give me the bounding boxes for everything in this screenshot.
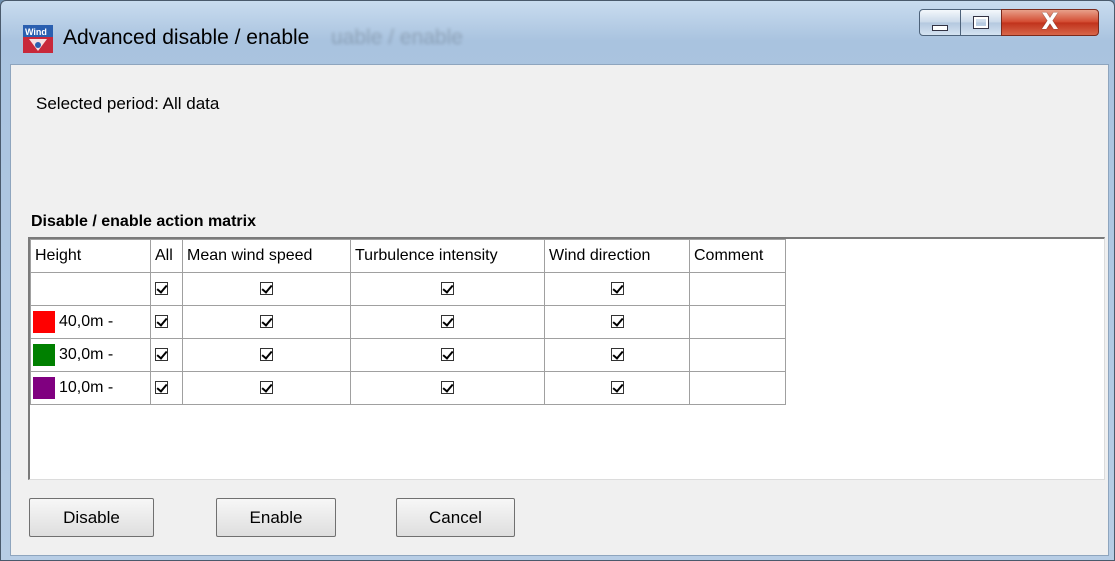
cancel-button[interactable]: Cancel <box>396 498 515 537</box>
wind-direction-cell <box>544 272 690 306</box>
mean-wind-speed-cell <box>182 371 351 405</box>
dialog-window: Wind Advanced disable / enable uable / e… <box>0 0 1115 561</box>
all-checkbox[interactable] <box>155 315 168 329</box>
wind-direction-cell <box>544 338 690 372</box>
color-swatch <box>33 344 55 366</box>
all-checkbox[interactable] <box>155 348 168 362</box>
disable-button[interactable]: Disable <box>29 498 154 537</box>
all-checkbox[interactable] <box>155 282 168 296</box>
table-row: 40,0m - <box>30 305 786 339</box>
all-cell <box>150 371 183 405</box>
mean-wind-speed-cell <box>182 338 351 372</box>
wind-direction-checkbox[interactable] <box>610 315 624 329</box>
column-header-comment[interactable]: Comment <box>689 239 786 273</box>
column-header-all[interactable]: All <box>150 239 183 273</box>
close-icon: X <box>1041 10 1059 35</box>
maximize-button[interactable] <box>960 9 1002 36</box>
height-cell <box>30 272 151 306</box>
all-cell <box>150 305 183 339</box>
maximize-icon <box>973 16 989 29</box>
turbulence-intensity-cell <box>350 338 545 372</box>
comment-cell[interactable] <box>689 338 786 372</box>
turbulence-intensity-checkbox[interactable] <box>441 315 454 329</box>
mean-wind-speed-checkbox[interactable] <box>260 315 273 329</box>
height-cell: 30,0m - <box>30 338 151 372</box>
dialog-body: Selected period: All data Disable / enab… <box>10 64 1109 556</box>
mean-wind-speed-checkbox[interactable] <box>260 282 273 296</box>
color-swatch <box>33 311 55 333</box>
height-cell: 10,0m - <box>30 371 151 405</box>
wind-direction-cell <box>544 305 690 339</box>
action-matrix-table: Height All Mean wind speed Turbulence in… <box>30 239 786 405</box>
height-label: 40,0m - <box>59 313 114 330</box>
enable-button[interactable]: Enable <box>216 498 336 537</box>
column-header-wind-direction[interactable]: Wind direction <box>544 239 690 273</box>
all-cell <box>150 272 183 306</box>
mean-wind-speed-checkbox[interactable] <box>260 348 273 362</box>
height-cell: 40,0m - <box>30 305 151 339</box>
table-row: 30,0m - <box>30 338 786 372</box>
wind-direction-checkbox[interactable] <box>610 348 624 362</box>
svg-text:Wind: Wind <box>25 27 47 37</box>
mean-wind-speed-checkbox[interactable] <box>260 381 273 395</box>
window-title-ghost: uable / enable <box>331 26 463 49</box>
wind-direction-checkbox[interactable] <box>610 381 624 395</box>
window-title: Advanced disable / enable <box>63 26 310 49</box>
table-header-row: Height All Mean wind speed Turbulence in… <box>30 239 786 273</box>
turbulence-intensity-checkbox[interactable] <box>441 282 454 296</box>
all-cell <box>150 338 183 372</box>
height-label: 10,0m - <box>59 379 114 396</box>
turbulence-intensity-checkbox[interactable] <box>441 381 454 395</box>
turbulence-intensity-cell <box>350 272 545 306</box>
turbulence-intensity-checkbox[interactable] <box>441 348 454 362</box>
turbulence-intensity-cell <box>350 371 545 405</box>
wind-direction-cell <box>544 371 690 405</box>
wind-direction-checkbox[interactable] <box>610 282 624 296</box>
column-header-turbulence-intensity[interactable]: Turbulence intensity <box>350 239 545 273</box>
mean-wind-speed-cell <box>182 272 351 306</box>
minimize-icon <box>932 24 948 31</box>
minimize-button[interactable] <box>919 9 961 36</box>
comment-cell[interactable] <box>689 272 786 306</box>
turbulence-intensity-cell <box>350 305 545 339</box>
table-row: 10,0m - <box>30 371 786 405</box>
column-header-height[interactable]: Height <box>30 239 151 273</box>
action-matrix-grid[interactable]: Height All Mean wind speed Turbulence in… <box>28 237 1105 480</box>
app-logo-icon: Wind <box>23 25 53 53</box>
matrix-title: Disable / enable action matrix <box>31 213 256 230</box>
mean-wind-speed-cell <box>182 305 351 339</box>
table-row <box>30 272 786 306</box>
all-checkbox[interactable] <box>155 381 168 395</box>
title-bar[interactable]: Wind Advanced disable / enable uable / e… <box>1 1 1114 63</box>
close-button[interactable]: X <box>1001 9 1099 36</box>
comment-cell[interactable] <box>689 371 786 405</box>
height-label: 30,0m - <box>59 346 114 363</box>
color-swatch <box>33 377 55 399</box>
comment-cell[interactable] <box>689 305 786 339</box>
selected-period-label: Selected period: All data <box>36 94 220 113</box>
column-header-mean-wind-speed[interactable]: Mean wind speed <box>182 239 351 273</box>
